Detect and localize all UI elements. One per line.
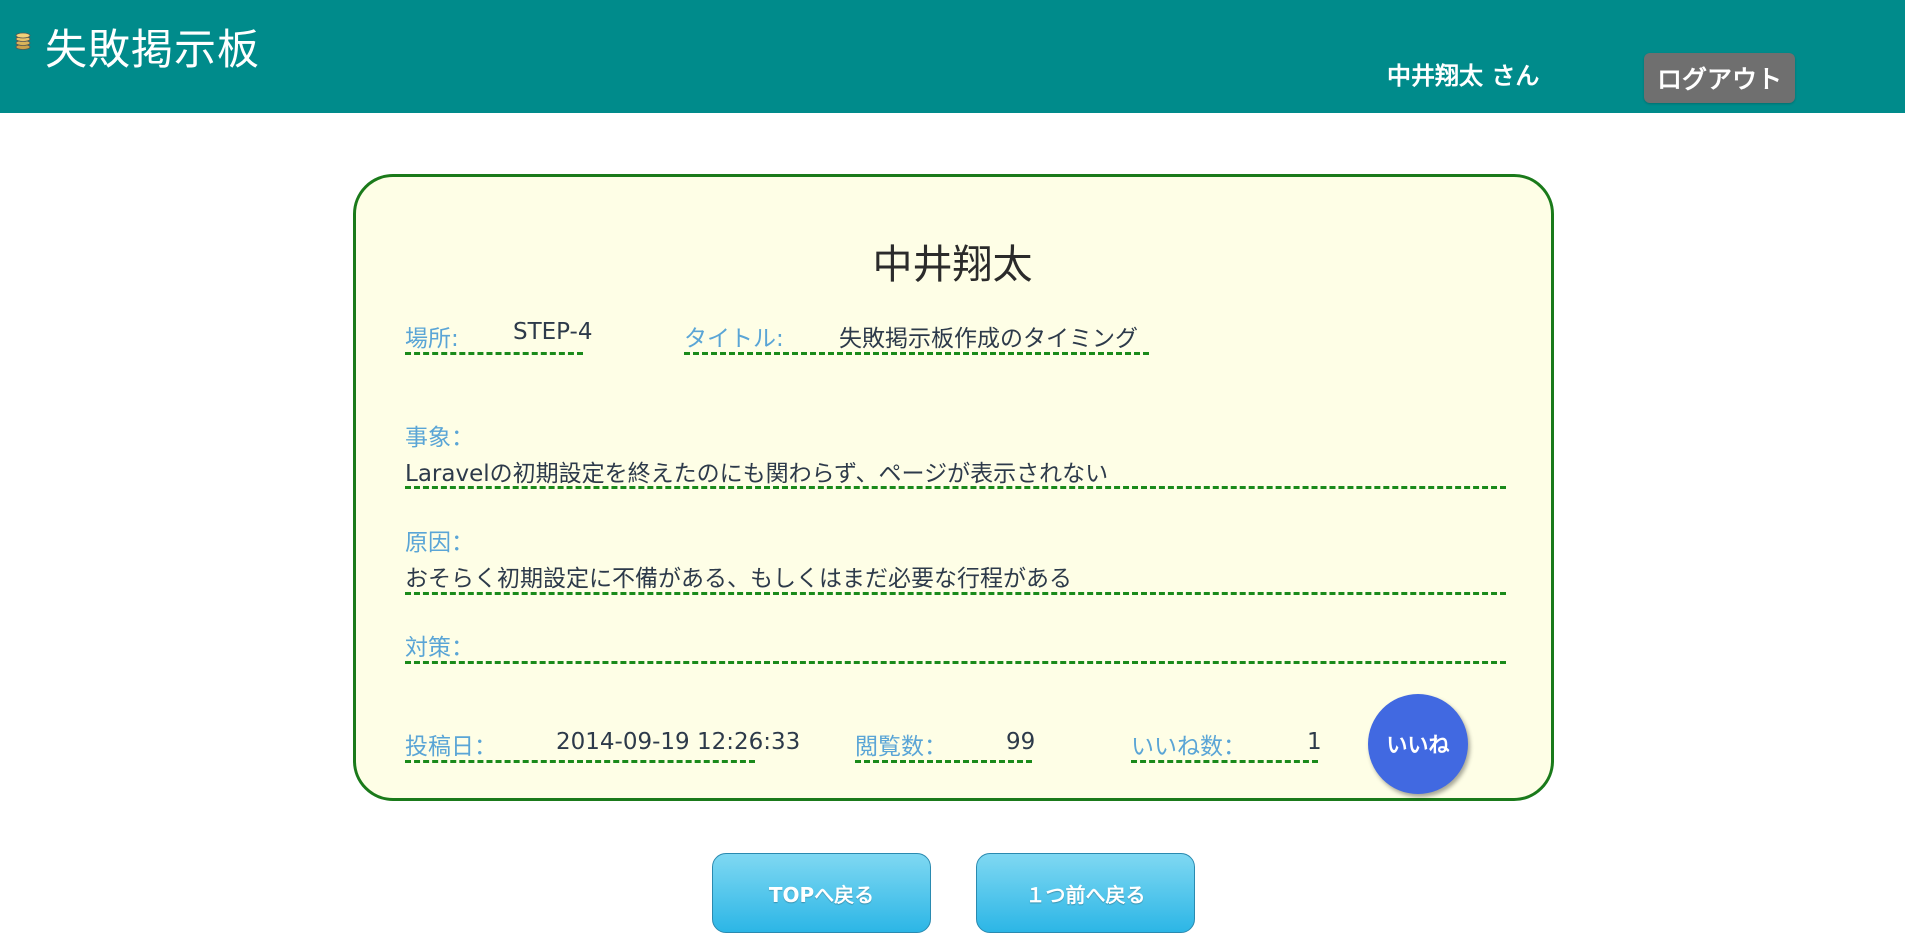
site-title[interactable]: 失敗掲示板 bbox=[45, 16, 260, 77]
cause-value: おそらく初期設定に不備がある、もしくはまだ必要な行程がある bbox=[405, 566, 1072, 592]
logout-button[interactable]: ログアウト bbox=[1644, 53, 1795, 103]
back-to-top-button[interactable]: TOPへ戻る bbox=[712, 853, 931, 933]
views-underline bbox=[855, 760, 1032, 763]
posted-date-underline bbox=[405, 760, 755, 763]
post-author-name: 中井翔太 bbox=[872, 242, 1033, 288]
likes-count-value: 1 bbox=[1307, 729, 1322, 755]
place-label: 場所: bbox=[405, 326, 459, 352]
likes-count-underline bbox=[1131, 760, 1318, 763]
title-underline bbox=[684, 352, 1149, 355]
back-one-page-button[interactable]: １つ前へ戻る bbox=[976, 853, 1195, 933]
measure-label: 対策： bbox=[405, 635, 474, 661]
place-underline bbox=[405, 352, 583, 355]
user-name-label: 中井翔太 さん bbox=[1387, 62, 1540, 90]
posted-date-label: 投稿日： bbox=[405, 734, 497, 760]
views-label: 閲覧数： bbox=[855, 734, 947, 760]
views-value: 99 bbox=[1006, 729, 1036, 755]
event-underline bbox=[405, 486, 1506, 489]
coin-stack-icon bbox=[15, 32, 31, 50]
header-bar: 失敗掲示板 中井翔太 さん ログアウト bbox=[0, 0, 1905, 113]
place-value: STEP-4 bbox=[513, 319, 593, 345]
posted-date-value: 2014-09-19 12:26:33 bbox=[556, 729, 801, 755]
event-value: Laravelの初期設定を終えたのにも関わらず、ページが表示されない bbox=[405, 461, 1109, 487]
title-value: 失敗掲示板作成のタイミング bbox=[839, 326, 1138, 352]
event-label: 事象： bbox=[405, 425, 474, 451]
likes-count-label: いいね数： bbox=[1131, 734, 1246, 760]
title-label: タイトル: bbox=[684, 326, 784, 352]
cause-label: 原因： bbox=[405, 530, 474, 556]
like-button[interactable]: いいね bbox=[1368, 694, 1468, 794]
cause-underline bbox=[405, 592, 1506, 595]
measure-underline bbox=[405, 661, 1506, 664]
